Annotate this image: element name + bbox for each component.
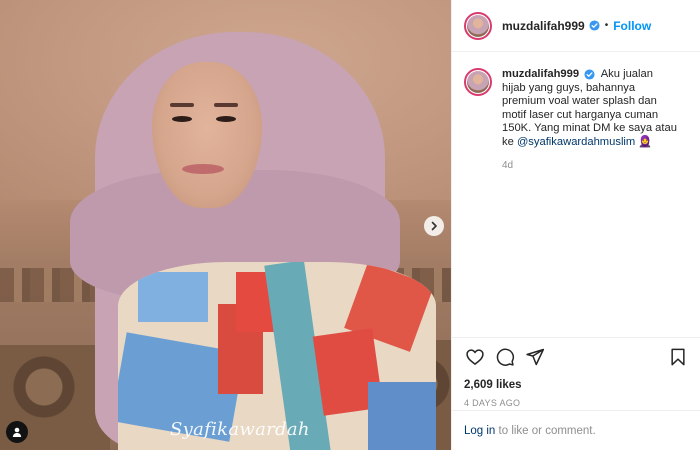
- action-bar: [452, 338, 700, 376]
- login-link[interactable]: Log in: [464, 425, 495, 437]
- comment-icon: [496, 348, 515, 366]
- photo-face: [152, 62, 262, 208]
- like-button[interactable]: [464, 346, 486, 368]
- photo-right-brow: [214, 103, 238, 107]
- post-actions-section: 2,609 likes 4 DAYS AGO: [452, 337, 700, 408]
- photo-right-eye: [216, 116, 236, 122]
- comment-button[interactable]: [494, 346, 516, 368]
- photo-left-brow: [170, 103, 194, 107]
- login-prompt: Log in to like or comment.: [452, 410, 700, 450]
- post-sidebar: muzdalifah999 • Follow muzdalifah999 Aku…: [451, 0, 700, 450]
- carousel-next-button[interactable]: [424, 216, 444, 236]
- post-header: muzdalifah999 • Follow: [452, 0, 700, 52]
- chevron-right-icon: [431, 221, 437, 231]
- caption-timestamp[interactable]: 4d: [502, 160, 677, 171]
- photo-watermark: Syafikawardah: [170, 419, 310, 440]
- heart-icon: [466, 349, 484, 365]
- post-timestamp[interactable]: 4 DAYS AGO: [452, 394, 700, 408]
- share-button[interactable]: [524, 346, 546, 368]
- avatar[interactable]: [464, 11, 492, 40]
- verified-badge-icon: [584, 69, 595, 80]
- caption-mention-link[interactable]: @syafikawardahmuslim: [517, 136, 635, 148]
- caption-avatar[interactable]: [464, 68, 492, 96]
- blouse-pattern: [138, 272, 208, 322]
- blouse-pattern: [368, 382, 436, 450]
- save-button[interactable]: [667, 346, 689, 368]
- paper-plane-icon: [526, 348, 545, 366]
- bookmark-icon: [671, 348, 685, 366]
- photo-lips: [182, 164, 224, 174]
- user-tag-icon: [12, 427, 22, 437]
- post-photo: Syafikawardah: [0, 0, 451, 450]
- verified-badge-icon: [589, 20, 600, 31]
- post-caption: muzdalifah999 Aku jualan hijab yang guys…: [452, 52, 700, 171]
- caption-text-block: muzdalifah999 Aku jualan hijab yang guys…: [502, 68, 677, 150]
- username-link[interactable]: muzdalifah999: [502, 19, 585, 33]
- likes-count[interactable]: 2,609 likes: [452, 376, 700, 394]
- login-suffix: to like or comment.: [495, 424, 596, 437]
- caption-username-link[interactable]: muzdalifah999: [502, 68, 579, 80]
- header-separator: •: [604, 20, 609, 31]
- follow-button[interactable]: Follow: [613, 19, 651, 33]
- tagged-users-button[interactable]: [6, 421, 28, 443]
- caption-emoji: 🧕: [638, 135, 653, 148]
- photo-left-eye: [172, 116, 192, 122]
